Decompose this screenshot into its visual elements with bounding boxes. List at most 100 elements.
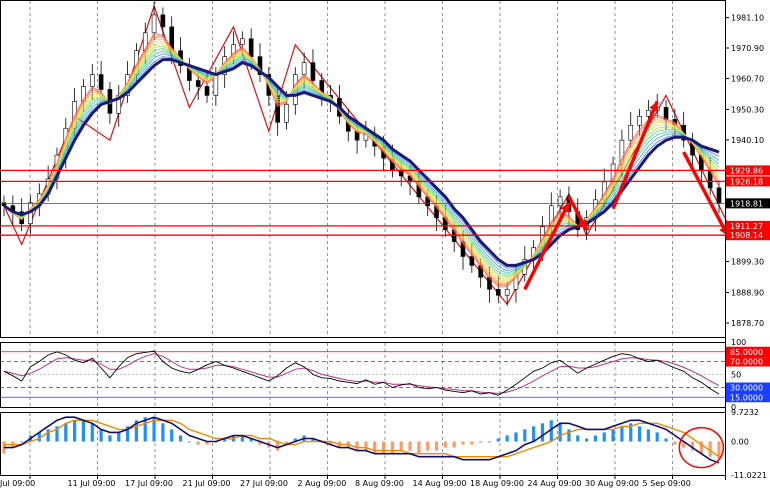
macd-histogram-bar xyxy=(373,441,377,454)
macd-histogram-bar xyxy=(46,429,50,442)
candle-body xyxy=(240,38,245,46)
time-tick-label: 21 Jul 09:00 xyxy=(183,479,231,488)
macd-histogram-bar xyxy=(584,438,589,442)
price-level-label: 1911.27 xyxy=(730,222,763,231)
current-price-label: 1918.81 xyxy=(730,199,763,208)
macd-histogram-bar xyxy=(576,435,580,442)
macd-histogram-bar xyxy=(593,435,598,442)
price-level-label: 1908.14 xyxy=(730,231,763,240)
macd-histogram-bar xyxy=(170,429,174,442)
time-tick-label: 8 Aug 09:00 xyxy=(355,479,404,488)
price-level-label: 1926.18 xyxy=(730,177,763,186)
macd-histogram-bar xyxy=(620,426,624,442)
price-tick-label: 1888.90 xyxy=(731,289,764,298)
macd-histogram-bar xyxy=(496,438,500,442)
candle-body xyxy=(151,14,157,34)
time-tick-label: 5 Sep 09:00 xyxy=(643,479,691,488)
candle-body xyxy=(310,62,316,81)
macd-histogram-bar xyxy=(81,420,86,442)
time-tick-label: 18 Aug 09:00 xyxy=(470,479,524,488)
time-tick-label: 14 Aug 09:00 xyxy=(413,479,467,488)
time-tick-label: 11 Jul 09:00 xyxy=(68,479,116,488)
macd-histogram-bar xyxy=(108,435,112,442)
candle-body xyxy=(637,116,642,126)
macd-histogram-bar xyxy=(655,432,659,442)
rsi-level-label: 85.0000 xyxy=(730,348,763,357)
macd-histogram-bar xyxy=(417,441,421,454)
candle-body xyxy=(284,104,289,123)
candle-body xyxy=(716,187,722,204)
trading-chart: 1929.86 1926.18 1911.271908.14 1918.81 1981… xyxy=(0,0,770,490)
price-level-label: 1929.86 xyxy=(730,166,763,175)
candle-body xyxy=(628,124,634,141)
macd-histogram-bar xyxy=(364,441,368,451)
macd-histogram-bar xyxy=(117,432,121,442)
macd-tick-label: 9.7232 xyxy=(731,408,759,417)
candle-body xyxy=(663,107,669,120)
price-tick-label: 1899.30 xyxy=(731,258,764,267)
macd-histogram-bar xyxy=(161,423,165,442)
macd-histogram-bar xyxy=(426,441,430,451)
macd-histogram-bar xyxy=(558,423,562,442)
macd-histogram-bar xyxy=(99,429,103,442)
time-tick-label: 17 Jul 09:00 xyxy=(125,479,173,488)
candle-body xyxy=(504,288,510,296)
candle-body xyxy=(160,14,166,28)
macd-histogram-bar xyxy=(487,441,492,443)
macd-histogram-bar xyxy=(90,423,94,442)
time-tick-label: 27 Jul 09:00 xyxy=(240,479,288,488)
macd-histogram-bar xyxy=(452,441,456,448)
macd-histogram-bar xyxy=(664,438,668,442)
macd-histogram-bar xyxy=(461,441,465,445)
time-tick-label: 2 Aug 09:00 xyxy=(298,479,347,488)
candle-body xyxy=(496,288,501,296)
macd-histogram-bar xyxy=(505,435,509,442)
macd-tick-label: 0.00 xyxy=(731,438,749,447)
macd-histogram-bar xyxy=(479,441,483,443)
macd-histogram-bar xyxy=(399,441,403,451)
macd-histogram-bar xyxy=(196,441,200,445)
price-tick-label: 1970.90 xyxy=(731,44,764,53)
macd-histogram-bar xyxy=(443,441,447,448)
candle-body xyxy=(248,38,254,57)
price-tick-label: 1950.30 xyxy=(731,105,764,114)
macd-histogram-bar xyxy=(20,441,24,443)
macd-histogram-bar xyxy=(64,423,68,442)
candle-body xyxy=(204,86,210,96)
macd-histogram-bar xyxy=(602,432,606,442)
time-tick-label: Jul 09:00 xyxy=(0,479,35,488)
macd-histogram-bar xyxy=(611,429,615,442)
macd-histogram-bar xyxy=(73,420,77,442)
time-tick-label: 30 Aug 09:00 xyxy=(585,479,639,488)
rsi-level-label: 30.0000 xyxy=(730,384,763,393)
rsi-level-label: 15.0000 xyxy=(730,393,763,402)
macd-tick-label: -11.0221 xyxy=(731,471,767,480)
time-tick-label: 24 Aug 09:00 xyxy=(528,479,582,488)
macd-histogram-bar xyxy=(646,429,650,442)
macd-histogram-bar xyxy=(523,429,527,442)
candle-body xyxy=(98,74,104,90)
macd-histogram-bar xyxy=(470,441,474,445)
macd-histogram-bar xyxy=(187,441,191,443)
candle-body xyxy=(89,74,95,87)
rsi-level-label: 70.0000 xyxy=(730,358,763,367)
macd-histogram-bar xyxy=(276,441,280,451)
price-tick-label: 1940.10 xyxy=(731,136,764,145)
macd-histogram-bar xyxy=(178,435,183,442)
macd-histogram-bar xyxy=(540,423,545,442)
macd-histogram-bar xyxy=(434,441,439,451)
candle-body xyxy=(195,80,201,87)
macd-histogram-bar xyxy=(408,441,412,451)
macd-histogram-bar xyxy=(390,441,394,454)
macd-histogram-bar xyxy=(381,441,386,454)
candle-body xyxy=(213,74,219,96)
macd-histogram-bar xyxy=(514,432,518,442)
price-tick-label: 1981.10 xyxy=(731,14,764,23)
macd-histogram-bar xyxy=(532,426,536,442)
rsi-tick-label: 50 xyxy=(731,371,741,380)
price-tick-label: 1878.70 xyxy=(731,319,764,328)
macd-histogram-bar xyxy=(637,426,642,442)
macd-histogram-bar xyxy=(567,429,571,442)
macd-histogram-bar xyxy=(355,441,359,451)
candle-body xyxy=(469,256,475,266)
